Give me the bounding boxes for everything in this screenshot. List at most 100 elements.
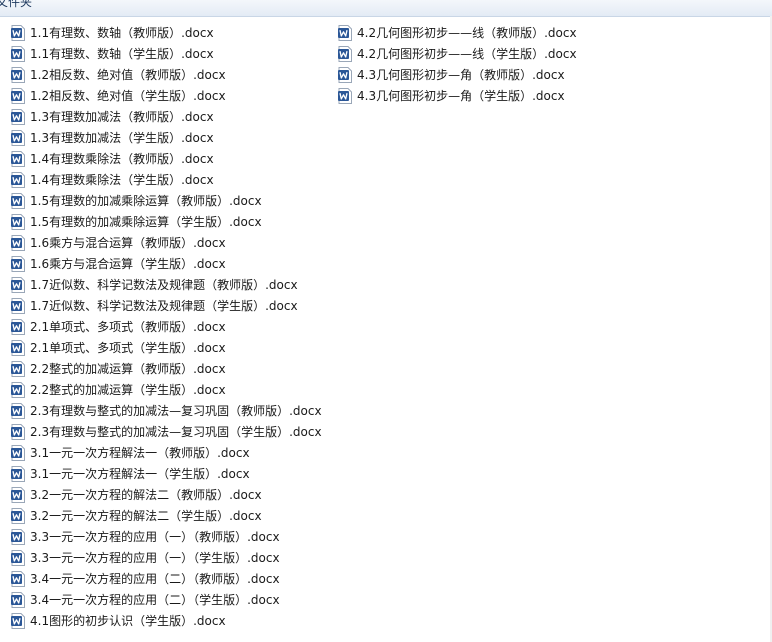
- file-item[interactable]: 1.5有理数的加减乘除运算（学生版）.docx: [11, 213, 262, 231]
- word-doc-icon: [11, 277, 25, 293]
- word-doc-icon: [11, 466, 25, 482]
- word-doc-icon: [338, 25, 352, 41]
- file-name: 2.1单项式、多项式（教师版）.docx: [30, 320, 226, 334]
- word-doc-icon: [11, 46, 25, 62]
- file-item[interactable]: 3.4一元一次方程的应用（二）（学生版）.docx: [11, 591, 280, 609]
- file-name: 3.3一元一次方程的应用（一）（教师版）.docx: [30, 530, 280, 544]
- file-name: 2.3有理数与整式的加减法—复习巩固（学生版）.docx: [30, 425, 322, 439]
- word-doc-icon: [11, 403, 25, 419]
- file-name: 1.6乘方与混合运算（教师版）.docx: [30, 236, 226, 250]
- word-doc-icon: [11, 613, 25, 629]
- file-name: 3.1一元一次方程解法一（学生版）.docx: [30, 467, 250, 481]
- file-item[interactable]: 3.4一元一次方程的应用（二）（教师版）.docx: [11, 570, 280, 588]
- file-list: 1.1有理数、数轴（教师版）.docx 1.1有理数、数轴（学生版）.docx 1.…: [0, 0, 772, 642]
- file-name: 1.3有理数加减法（学生版）.docx: [30, 131, 214, 145]
- file-name: 1.2相反数、绝对值（学生版）.docx: [30, 89, 226, 103]
- file-name: 2.2整式的加减运算（学生版）.docx: [30, 383, 226, 397]
- file-name: 1.5有理数的加减乘除运算（学生版）.docx: [30, 215, 262, 229]
- file-name: 3.3一元一次方程的应用（一）（学生版）.docx: [30, 551, 280, 565]
- word-doc-icon: [11, 529, 25, 545]
- word-doc-icon: [11, 25, 25, 41]
- word-doc-icon: [11, 130, 25, 146]
- word-doc-icon: [11, 193, 25, 209]
- file-name: 1.1有理数、数轴（教师版）.docx: [30, 26, 214, 40]
- file-item[interactable]: 2.1单项式、多项式（教师版）.docx: [11, 318, 226, 336]
- file-item[interactable]: 3.3一元一次方程的应用（一）（学生版）.docx: [11, 549, 280, 567]
- file-item[interactable]: 1.1有理数、数轴（学生版）.docx: [11, 45, 214, 63]
- file-item[interactable]: 4.3几何图形初步—角（学生版）.docx: [338, 87, 565, 105]
- file-item[interactable]: 2.3有理数与整式的加减法—复习巩固（教师版）.docx: [11, 402, 322, 420]
- file-name: 3.2一元一次方程的解法二（学生版）.docx: [30, 509, 262, 523]
- word-doc-icon: [11, 235, 25, 251]
- word-doc-icon: [11, 67, 25, 83]
- file-name: 3.1一元一次方程解法一（教师版）.docx: [30, 446, 250, 460]
- file-name: 1.7近似数、科学记数法及规律题（学生版）.docx: [30, 299, 298, 313]
- file-item[interactable]: 1.6乘方与混合运算（学生版）.docx: [11, 255, 226, 273]
- word-doc-icon: [11, 256, 25, 272]
- file-item[interactable]: 4.1图形的初步认识（学生版）.docx: [11, 612, 226, 630]
- word-doc-icon: [338, 88, 352, 104]
- word-doc-icon: [11, 319, 25, 335]
- file-item[interactable]: 2.2整式的加减运算（学生版）.docx: [11, 381, 226, 399]
- file-name: 1.4有理数乘除法（学生版）.docx: [30, 173, 214, 187]
- word-doc-icon: [11, 172, 25, 188]
- file-name: 3.4一元一次方程的应用（二）（学生版）.docx: [30, 593, 280, 607]
- file-name: 4.2几何图形初步——线（教师版）.docx: [357, 26, 577, 40]
- file-item[interactable]: 2.3有理数与整式的加减法—复习巩固（学生版）.docx: [11, 423, 322, 441]
- file-item[interactable]: 3.3一元一次方程的应用（一）（教师版）.docx: [11, 528, 280, 546]
- file-name: 1.4有理数乘除法（教师版）.docx: [30, 152, 214, 166]
- file-name: 1.5有理数的加减乘除运算（教师版）.docx: [30, 194, 262, 208]
- word-doc-icon: [11, 214, 25, 230]
- file-item[interactable]: 1.2相反数、绝对值（教师版）.docx: [11, 66, 226, 84]
- file-name: 1.1有理数、数轴（学生版）.docx: [30, 47, 214, 61]
- file-name: 4.2几何图形初步——线（学生版）.docx: [357, 47, 577, 61]
- file-item[interactable]: 1.3有理数加减法（教师版）.docx: [11, 108, 214, 126]
- word-doc-icon: [11, 550, 25, 566]
- file-name: 2.3有理数与整式的加减法—复习巩固（教师版）.docx: [30, 404, 322, 418]
- file-name: 1.6乘方与混合运算（学生版）.docx: [30, 257, 226, 271]
- file-item[interactable]: 1.7近似数、科学记数法及规律题（教师版）.docx: [11, 276, 298, 294]
- file-name: 1.2相反数、绝对值（教师版）.docx: [30, 68, 226, 82]
- word-doc-icon: [11, 424, 25, 440]
- word-doc-icon: [11, 508, 25, 524]
- file-item[interactable]: 3.1一元一次方程解法一（教师版）.docx: [11, 444, 250, 462]
- word-doc-icon: [11, 361, 25, 377]
- file-name: 3.4一元一次方程的应用（二）（教师版）.docx: [30, 572, 280, 586]
- file-name: 1.7近似数、科学记数法及规律题（教师版）.docx: [30, 278, 298, 292]
- file-item[interactable]: 4.2几何图形初步——线（教师版）.docx: [338, 24, 577, 42]
- word-doc-icon: [11, 382, 25, 398]
- word-doc-icon: [11, 88, 25, 104]
- word-doc-icon: [11, 592, 25, 608]
- file-name: 4.3几何图形初步—角（学生版）.docx: [357, 89, 565, 103]
- file-name: 2.2整式的加减运算（教师版）.docx: [30, 362, 226, 376]
- word-doc-icon: [11, 151, 25, 167]
- file-item[interactable]: 3.1一元一次方程解法一（学生版）.docx: [11, 465, 250, 483]
- file-item[interactable]: 1.6乘方与混合运算（教师版）.docx: [11, 234, 226, 252]
- file-item[interactable]: 3.2一元一次方程的解法二（学生版）.docx: [11, 507, 262, 525]
- file-item[interactable]: 1.7近似数、科学记数法及规律题（学生版）.docx: [11, 297, 298, 315]
- word-doc-icon: [338, 46, 352, 62]
- file-item[interactable]: 1.3有理数加减法（学生版）.docx: [11, 129, 214, 147]
- file-item[interactable]: 1.2相反数、绝对值（学生版）.docx: [11, 87, 226, 105]
- file-name: 2.1单项式、多项式（学生版）.docx: [30, 341, 226, 355]
- file-item[interactable]: 4.3几何图形初步—角（教师版）.docx: [338, 66, 565, 84]
- file-name: 4.3几何图形初步—角（教师版）.docx: [357, 68, 565, 82]
- file-item[interactable]: 1.4有理数乘除法（学生版）.docx: [11, 171, 214, 189]
- file-item[interactable]: 3.2一元一次方程的解法二（教师版）.docx: [11, 486, 262, 504]
- word-doc-icon: [11, 298, 25, 314]
- word-doc-icon: [11, 445, 25, 461]
- word-doc-icon: [11, 571, 25, 587]
- file-item[interactable]: 4.2几何图形初步——线（学生版）.docx: [338, 45, 577, 63]
- file-item[interactable]: 1.5有理数的加减乘除运算（教师版）.docx: [11, 192, 262, 210]
- file-item[interactable]: 2.1单项式、多项式（学生版）.docx: [11, 339, 226, 357]
- file-name: 4.1图形的初步认识（学生版）.docx: [30, 614, 226, 628]
- word-doc-icon: [11, 487, 25, 503]
- file-name: 3.2一元一次方程的解法二（教师版）.docx: [30, 488, 262, 502]
- file-item[interactable]: 1.1有理数、数轴（教师版）.docx: [11, 24, 214, 42]
- file-name: 1.3有理数加减法（教师版）.docx: [30, 110, 214, 124]
- word-doc-icon: [338, 67, 352, 83]
- word-doc-icon: [11, 340, 25, 356]
- file-item[interactable]: 2.2整式的加减运算（教师版）.docx: [11, 360, 226, 378]
- word-doc-icon: [11, 109, 25, 125]
- file-item[interactable]: 1.4有理数乘除法（教师版）.docx: [11, 150, 214, 168]
